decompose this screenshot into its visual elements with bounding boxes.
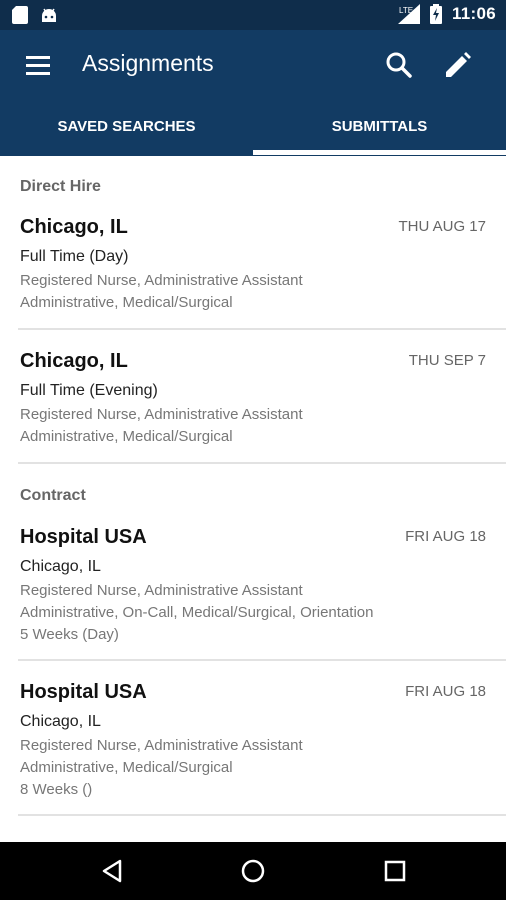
item-subtitle: Chicago, IL: [20, 713, 101, 730]
sd-card-icon: [12, 6, 28, 24]
item-subtitle: Full Time (Day): [20, 248, 129, 265]
section-header-contract: Contract: [20, 487, 86, 504]
pencil-icon[interactable]: [440, 48, 474, 82]
list-item[interactable]: Chicago, IL THU AUG 17 Full Time (Day) R…: [0, 216, 506, 326]
item-title: Hospital USA: [20, 526, 147, 548]
item-title: Chicago, IL: [20, 350, 128, 372]
item-detail: 8 Weeks (): [20, 781, 93, 798]
divider: [18, 659, 506, 661]
app-bar: Assignments: [0, 30, 506, 102]
list-item[interactable]: Hospital USA FRI AUG 18 Chicago, IL Regi…: [0, 526, 506, 656]
assignment-list[interactable]: Direct Hire Chicago, IL THU AUG 17 Full …: [0, 156, 506, 842]
search-icon[interactable]: [382, 48, 416, 82]
navigation-bar: [0, 842, 506, 900]
hamburger-icon[interactable]: [18, 52, 58, 80]
signal-lte-icon: LTE: [397, 4, 420, 24]
item-detail: Registered Nurse, Administrative Assista…: [20, 272, 303, 289]
list-item[interactable]: Hospital USA FRI AUG 18 Chicago, IL Regi…: [0, 681, 506, 811]
item-detail: Registered Nurse, Administrative Assista…: [20, 582, 303, 599]
tab-bar: SAVED SEARCHES SUBMITTALS: [0, 102, 506, 156]
list-item[interactable]: Chicago, IL THU SEP 7 Full Time (Evening…: [0, 350, 506, 460]
section-header-direct-hire: Direct Hire: [20, 178, 101, 195]
home-icon[interactable]: [238, 856, 268, 886]
item-title: Chicago, IL: [20, 216, 128, 238]
item-detail: Administrative, Medical/Surgical: [20, 428, 233, 445]
item-date: THU SEP 7: [408, 352, 486, 369]
battery-icon: [429, 4, 442, 24]
item-date: THU AUG 17: [398, 218, 486, 235]
item-title: Hospital USA: [20, 681, 147, 703]
item-date: FRI AUG 18: [405, 683, 486, 700]
svg-text:LTE: LTE: [399, 6, 413, 15]
item-detail: Registered Nurse, Administrative Assista…: [20, 406, 303, 423]
tab-saved-searches[interactable]: SAVED SEARCHES: [0, 102, 253, 156]
item-date: FRI AUG 18: [405, 528, 486, 545]
item-detail: Administrative, On-Call, Medical/Surgica…: [20, 604, 374, 621]
item-detail: 5 Weeks (Day): [20, 626, 119, 643]
item-detail: Administrative, Medical/Surgical: [20, 759, 233, 776]
status-time: 11:06: [451, 4, 496, 23]
item-subtitle: Chicago, IL: [20, 558, 101, 575]
page-title: Assignments: [82, 50, 214, 76]
item-subtitle: Full Time (Evening): [20, 382, 158, 399]
active-tab-indicator: [253, 150, 506, 155]
item-detail: Registered Nurse, Administrative Assista…: [20, 737, 303, 754]
divider: [18, 814, 506, 816]
tab-submittals[interactable]: SUBMITTALS: [253, 102, 506, 156]
status-bar: LTE 11:06: [0, 0, 506, 30]
divider: [18, 462, 506, 464]
divider: [18, 328, 506, 330]
android-icon: [42, 8, 56, 22]
item-detail: Administrative, Medical/Surgical: [20, 294, 233, 311]
back-icon[interactable]: [98, 856, 128, 886]
recents-icon[interactable]: [380, 856, 410, 886]
